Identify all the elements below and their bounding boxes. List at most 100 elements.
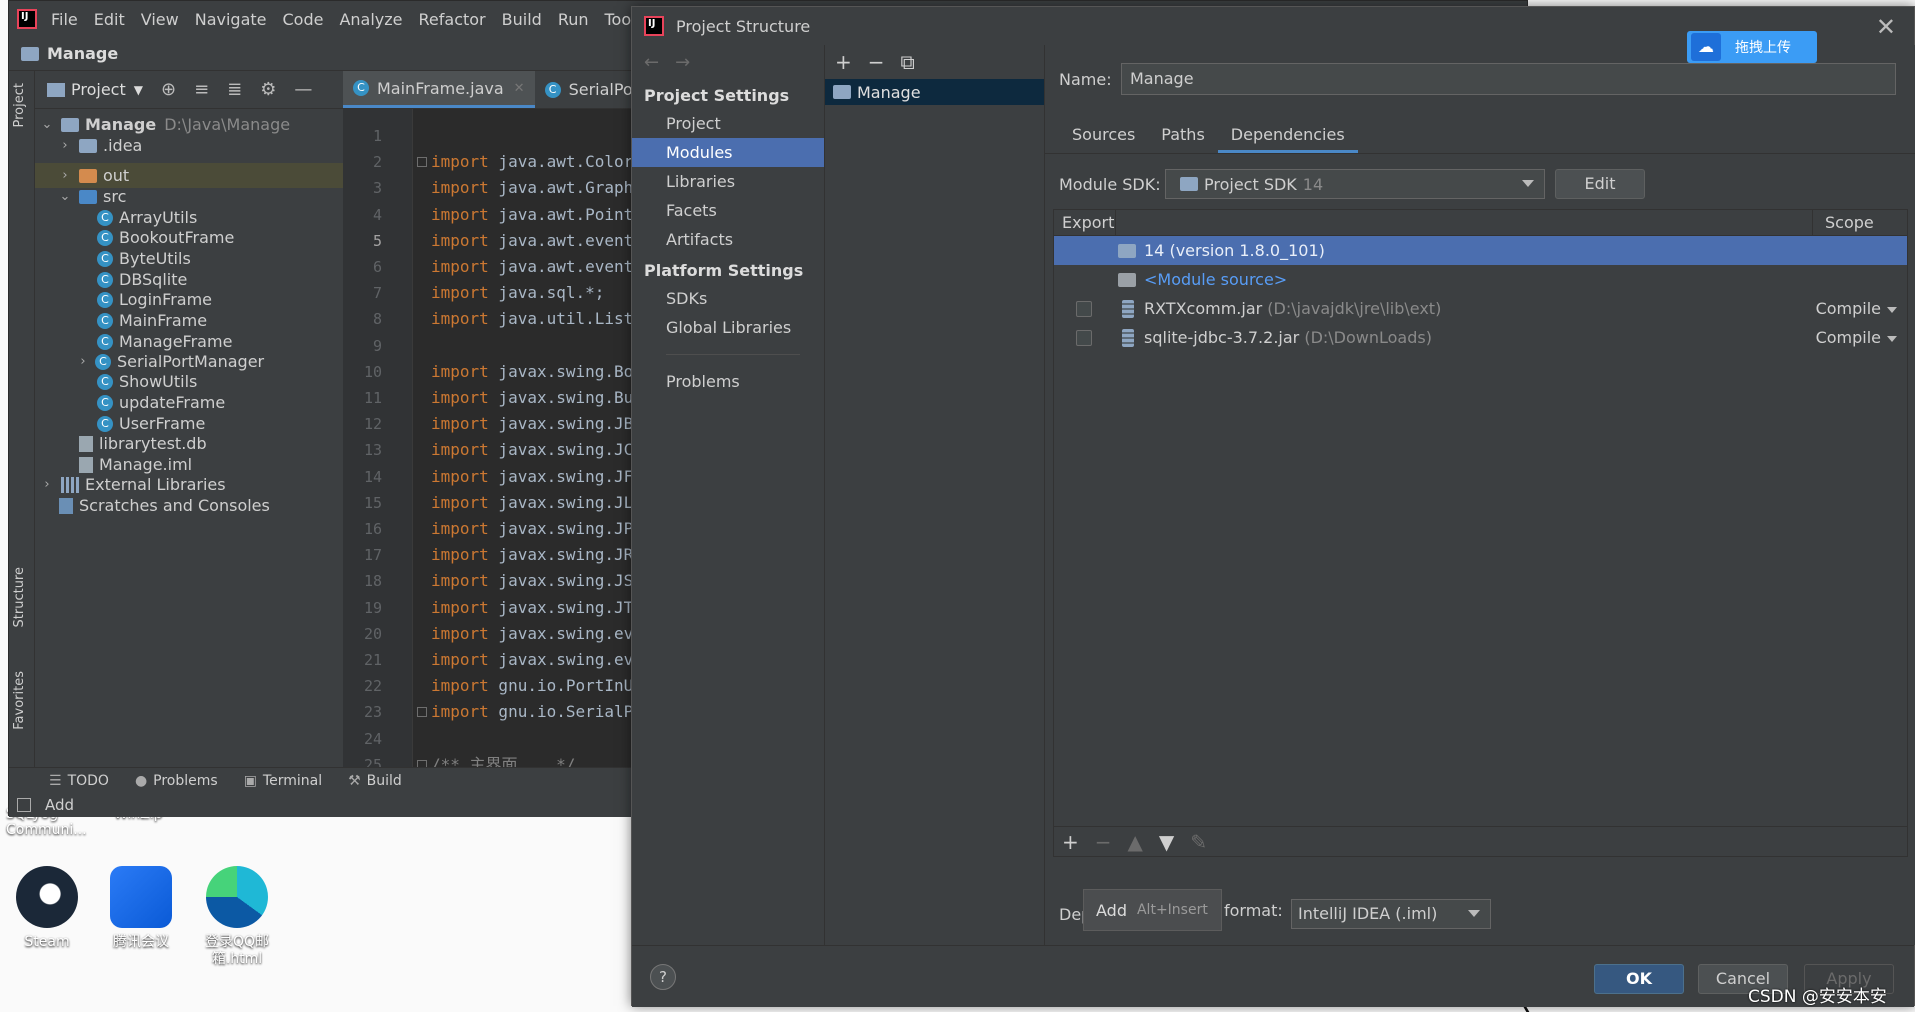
- code-line[interactable]: import javax.swing.JR: [431, 542, 633, 568]
- status-square-icon[interactable]: [17, 798, 31, 812]
- move-down-icon[interactable]: ▼: [1159, 830, 1174, 854]
- code-line[interactable]: import java.awt.event: [431, 254, 633, 280]
- scope-select[interactable]: Compile: [1816, 299, 1897, 318]
- tencent-meeting-desktop-icon[interactable]: 腾讯会议: [96, 866, 186, 951]
- code-line[interactable]: import javax.swing.JT: [431, 595, 633, 621]
- qqmail-html-desktop-icon[interactable]: 登录QQ邮箱.html: [192, 866, 282, 968]
- tool-tab-structure[interactable]: Structure: [12, 567, 27, 627]
- code-line[interactable]: import javax.swing.ev: [431, 647, 633, 673]
- fold-marker-icon[interactable]: [417, 157, 427, 168]
- close-icon[interactable]: ✕: [514, 81, 525, 96]
- nav-item-libraries[interactable]: Libraries: [632, 167, 824, 196]
- code-line[interactable]: import java.awt.Point: [431, 202, 633, 228]
- chevron-down-icon[interactable]: ⌄: [39, 112, 55, 137]
- help-icon[interactable]: ?: [650, 964, 676, 990]
- scope-select[interactable]: Compile: [1816, 328, 1897, 347]
- menu-build[interactable]: Build: [502, 10, 542, 29]
- locate-icon[interactable]: ⊕: [161, 79, 176, 100]
- menu-analyze[interactable]: Analyze: [339, 10, 402, 29]
- fold-marker-icon[interactable]: [417, 707, 427, 718]
- code-line[interactable]: import javax.swing.Bo: [431, 359, 633, 385]
- code-line[interactable]: import javax.swing.JL: [431, 490, 633, 516]
- breadcrumb-project[interactable]: Manage: [47, 44, 118, 63]
- module-item-manage[interactable]: Manage: [825, 79, 1044, 105]
- upload-widget[interactable]: ☁ 拖拽上传: [1687, 31, 1817, 63]
- tab-dependencies[interactable]: Dependencies: [1217, 119, 1358, 153]
- menu-navigate[interactable]: Navigate: [195, 10, 267, 29]
- collapse-all-icon[interactable]: ≣: [227, 79, 242, 100]
- tool-todo[interactable]: ☰ TODO: [49, 773, 109, 789]
- menu-file[interactable]: File: [51, 10, 78, 29]
- edit-sdk-button[interactable]: Edit: [1555, 169, 1645, 199]
- chevron-down-icon[interactable]: ▼: [134, 83, 143, 97]
- tree-node-scratches[interactable]: Scratches and Consoles: [55, 493, 270, 518]
- move-up-icon[interactable]: ▲: [1128, 830, 1143, 854]
- column-export[interactable]: Export: [1054, 210, 1116, 235]
- code-line[interactable]: import javax.swing.JS: [431, 568, 633, 594]
- tool-problems[interactable]: ● Problems: [135, 773, 218, 789]
- tab-mainframe[interactable]: C MainFrame.java ✕: [343, 71, 535, 108]
- forward-arrow-icon[interactable]: →: [675, 52, 690, 73]
- code-line[interactable]: import java.awt.Graph: [431, 175, 633, 201]
- close-icon[interactable]: ✕: [1876, 13, 1896, 41]
- tab-sources[interactable]: Sources: [1059, 119, 1148, 153]
- module-sdk-select[interactable]: Project SDK 14: [1165, 169, 1545, 199]
- code-line[interactable]: import javax.swing.JC: [431, 437, 633, 463]
- menu-run[interactable]: Run: [558, 10, 589, 29]
- expand-all-icon[interactable]: ≡: [194, 79, 209, 100]
- export-checkbox[interactable]: [1076, 329, 1092, 346]
- gear-icon[interactable]: ⚙: [260, 79, 276, 100]
- chevron-down-icon[interactable]: ⌄: [57, 184, 73, 209]
- tree-node-idea[interactable]: › .idea: [57, 133, 142, 158]
- code-line[interactable]: import gnu.io.PortInU: [431, 673, 633, 699]
- nav-item-sdks[interactable]: SDKs: [632, 284, 824, 313]
- nav-item-modules[interactable]: Modules: [632, 138, 824, 167]
- nav-item-artifacts[interactable]: Artifacts: [632, 225, 824, 254]
- export-checkbox[interactable]: [1076, 300, 1092, 317]
- remove-icon[interactable]: −: [1095, 830, 1112, 854]
- code-line[interactable]: import java.sql.*;: [431, 280, 604, 306]
- tool-tab-project[interactable]: Project: [12, 83, 27, 127]
- tool-terminal[interactable]: ▣ Terminal: [244, 773, 322, 789]
- column-scope[interactable]: Scope: [1813, 210, 1907, 235]
- code-line[interactable]: import javax.swing.JF: [431, 464, 633, 490]
- format-select[interactable]: IntelliJ IDEA (.iml): [1291, 899, 1491, 929]
- code-line[interactable]: import java.util.List: [431, 306, 633, 332]
- edit-icon[interactable]: ✎: [1190, 830, 1207, 854]
- code-line[interactable]: import gnu.io.SerialP: [431, 699, 633, 725]
- table-row[interactable]: sqlite-jdbc-3.7.2.jar (D:\DownLoads) Com…: [1054, 323, 1907, 352]
- code-line[interactable]: import java.awt.event: [431, 228, 633, 254]
- table-row[interactable]: <Module source>: [1054, 265, 1907, 294]
- menu-edit[interactable]: Edit: [94, 10, 125, 29]
- tool-build[interactable]: ⚒ Build: [348, 773, 402, 789]
- chevron-right-icon[interactable]: ›: [75, 349, 91, 374]
- nav-item-facets[interactable]: Facets: [632, 196, 824, 225]
- menu-view[interactable]: View: [141, 10, 179, 29]
- code-line[interactable]: import javax.swing.Bu: [431, 385, 633, 411]
- code-line[interactable]: import java.awt.Color: [431, 149, 633, 175]
- project-view-selector[interactable]: Project: [71, 80, 126, 99]
- copy-icon[interactable]: ⧉: [901, 50, 915, 74]
- table-row[interactable]: RXTXcomm.jar (D:\javajdk\jre\lib\ext) Co…: [1054, 294, 1907, 323]
- steam-desktop-icon[interactable]: Steam: [2, 866, 92, 951]
- hide-panel-icon[interactable]: —: [294, 79, 312, 100]
- back-arrow-icon[interactable]: ←: [644, 52, 659, 73]
- menu-refactor[interactable]: Refactor: [419, 10, 486, 29]
- name-field[interactable]: Manage: [1121, 63, 1896, 95]
- tool-tab-favorites[interactable]: Favorites: [12, 671, 27, 730]
- add-icon[interactable]: +: [1062, 830, 1079, 854]
- code-line[interactable]: import javax.swing.JB: [431, 411, 633, 437]
- add-icon[interactable]: +: [835, 50, 852, 74]
- table-row[interactable]: 14 (version 1.8.0_101): [1054, 236, 1907, 265]
- nav-item-project[interactable]: Project: [632, 109, 824, 138]
- menu-code[interactable]: Code: [283, 10, 324, 29]
- chevron-right-icon[interactable]: ›: [39, 472, 55, 497]
- remove-icon[interactable]: −: [868, 50, 885, 74]
- nav-item-global-libraries[interactable]: Global Libraries: [632, 313, 824, 342]
- tab-paths[interactable]: Paths: [1148, 119, 1217, 153]
- nav-item-problems[interactable]: Problems: [632, 367, 824, 396]
- code-line[interactable]: import javax.swing.ev: [431, 621, 633, 647]
- chevron-right-icon[interactable]: ›: [57, 133, 73, 158]
- ok-button[interactable]: OK: [1594, 964, 1684, 994]
- code-line[interactable]: import javax.swing.JP: [431, 516, 633, 542]
